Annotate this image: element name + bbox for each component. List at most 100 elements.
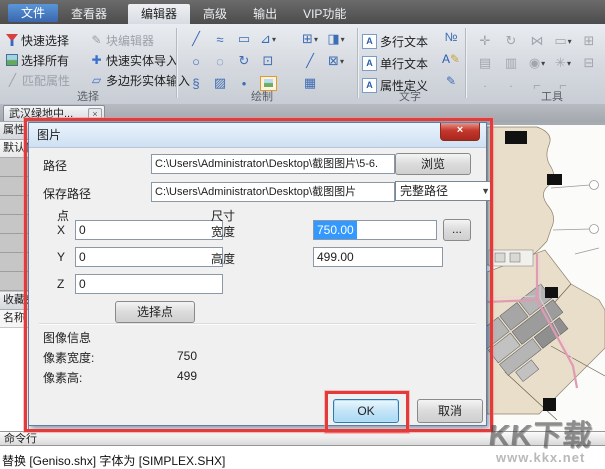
floor-plan-drawing (487, 122, 605, 431)
boundary-icon[interactable]: ⊠▾ (326, 52, 346, 70)
select-group-label: 选择 (48, 88, 128, 104)
picture-dialog: 图片 × 路径 C:\Users\Administrator\Desktop\截… (28, 122, 487, 426)
rotate-icon: ↻ (498, 30, 524, 52)
more-button[interactable]: ... (443, 219, 471, 241)
group-separator (176, 28, 178, 98)
app-window: 文件 查看器 编辑器 高级 输出 VIP功能 快速选择 ✎ 块编辑器 选择所有 … (0, 0, 605, 469)
dialog-close-button[interactable]: × (440, 123, 480, 141)
spline-tool-icon[interactable]: ≈ (210, 30, 230, 48)
filter-icon (6, 34, 18, 46)
cancel-button[interactable]: 取消 (417, 399, 483, 423)
save-path-field[interactable]: C:\Users\Administrator\Desktop\截图图片 (151, 182, 395, 202)
numbering-icon[interactable]: № (445, 30, 458, 52)
y-input[interactable]: 0 (75, 247, 223, 267)
z-input[interactable]: 0 (75, 274, 223, 294)
tab-advanced[interactable]: 高级 (190, 4, 240, 24)
open-folder-icon: ▤ (472, 52, 498, 74)
table-tool-icon[interactable]: ▦ (300, 74, 320, 92)
mirror-icon: ⋈ (524, 30, 550, 52)
ribbon: 快速选择 ✎ 块编辑器 选择所有 ✚ 快速实体导入 ╱ 匹配属性 ▱ 多边形实体… (0, 24, 605, 105)
polygon-icon: ▱ (90, 74, 103, 86)
favorites-header[interactable]: 收藏夹 (0, 292, 28, 310)
move-icon: ✛ (472, 30, 498, 52)
region-tool-icon[interactable]: ⊡ (258, 52, 278, 70)
text-group-extra: № A✎ ✎ (442, 30, 460, 96)
ok-button[interactable]: OK (333, 399, 399, 423)
layer-icon: ▭▾ (550, 30, 576, 52)
singleline-text-button[interactable]: A 单行文本 (362, 52, 428, 74)
polyline-tool-icon[interactable]: ⊿▾ (258, 30, 278, 48)
tools-group-label: 工具 (512, 88, 592, 104)
image-info-label: 图像信息 (43, 329, 91, 346)
text-group: A 多行文本 A 单行文本 A 属性定义 (362, 30, 428, 96)
browse-button[interactable]: 浏览 (395, 153, 471, 175)
height-input[interactable]: 499.00 (313, 247, 443, 267)
pick-point-button[interactable]: 选择点 (115, 301, 195, 323)
match-properties-button: ╱ 匹配属性 (6, 70, 88, 90)
dialog-title-bar[interactable]: 图片 × (29, 123, 486, 148)
donut-tool-icon[interactable]: ◌ (210, 52, 230, 70)
pixel-height-label: 像素高: (43, 369, 82, 386)
pixel-height-value: 499 (177, 369, 197, 383)
tab-output[interactable]: 输出 (240, 4, 290, 24)
block-insert-icon[interactable]: ⊞▾ (300, 30, 320, 48)
gradient-icon[interactable]: ╱ (300, 52, 320, 70)
default-value-header: 默认值 (0, 140, 28, 158)
revision-cloud-icon[interactable]: § (186, 74, 206, 92)
draw-group: ╱ ≈ ▭ ⊿▾ ○ ◌ ↻ ⊡ § ▨ • (186, 30, 282, 96)
copy-icon: ⊞ (576, 30, 602, 52)
path-field[interactable]: C:\Users\Administrator\Desktop\截图图片\5-6. (151, 154, 395, 174)
drawing-canvas[interactable] (487, 122, 605, 431)
arc-tool-icon[interactable]: ↻ (234, 52, 254, 70)
zoom-icon: ◉▾ (524, 52, 550, 74)
select-all-icon (6, 54, 18, 66)
spell-check-icon[interactable]: A✎ (442, 52, 460, 74)
properties-panel: 属性 默认值 收藏夹 名称 (0, 122, 29, 431)
tab-editor[interactable]: 编辑器 (128, 4, 190, 24)
line-tool-icon[interactable]: ╱ (186, 30, 206, 48)
ribbon-tab-bar: 文件 查看器 编辑器 高级 输出 VIP功能 (0, 0, 605, 24)
group-separator (357, 28, 359, 98)
name-column-header: 名称 (0, 310, 28, 328)
path-mode-dropdown[interactable]: 完整路径 ▼ (395, 181, 493, 201)
tab-file[interactable]: 文件 (8, 4, 58, 22)
x-input[interactable]: 0 (75, 220, 223, 240)
group-separator (465, 28, 467, 98)
document-tab-close-icon[interactable]: × (88, 108, 102, 121)
circle-tool-icon[interactable]: ○ (186, 52, 206, 70)
document-tab-bar: 武汉绿地中... × (0, 104, 605, 123)
tab-viewer[interactable]: 查看器 (58, 4, 120, 24)
properties-header[interactable]: 属性 (0, 122, 28, 140)
size-label: 尺寸 (211, 207, 235, 224)
rectangle-tool-icon[interactable]: ▭ (234, 30, 254, 48)
offset-icon: ∙ (472, 74, 498, 96)
singleline-text-icon: A (362, 56, 377, 71)
text-group-label: 文字 (370, 88, 450, 104)
properties-grid[interactable] (0, 158, 28, 292)
plus-icon: ✚ (90, 54, 103, 66)
y-label: Y (57, 250, 65, 264)
draw-group-label: 绘制 (222, 88, 302, 104)
select-all-button[interactable]: 选择所有 (6, 50, 88, 70)
pixel-width-value: 750 (177, 349, 197, 363)
explode-icon: ✳▾ (550, 52, 576, 74)
group-icon: ⊟ (576, 52, 602, 74)
document-tab[interactable]: 武汉绿地中... × (3, 105, 105, 121)
tools-group: ✛ ↻ ⋈ ▭▾ ⊞ ▤ ▥ ◉▾ ✳▾ ⊟ ∙ ∙ ⌐ ⌐ (472, 30, 602, 96)
save-path-label: 保存路径 (43, 185, 91, 202)
quick-select-button[interactable]: 快速选择 (6, 30, 88, 50)
pixel-width-label: 像素宽度: (43, 349, 94, 366)
watermark-logo: KK下载 (487, 412, 595, 454)
width-label: 宽度 (211, 223, 235, 240)
block-editor-icon: ✎ (90, 34, 103, 46)
tab-vip[interactable]: VIP功能 (290, 4, 359, 24)
point-label: 点 (57, 207, 69, 224)
dialog-title: 图片 (37, 128, 61, 142)
width-input[interactable]: 750.00 (313, 220, 437, 240)
select-group: 快速选择 ✎ 块编辑器 选择所有 ✚ 快速实体导入 ╱ 匹配属性 ▱ 多边形实体… (6, 30, 202, 90)
wipeout-icon[interactable]: ◨▾ (326, 30, 346, 48)
multiline-text-button[interactable]: A 多行文本 (362, 30, 428, 52)
chevron-down-icon: ▼ (481, 182, 490, 200)
height-label: 高度 (211, 250, 235, 267)
folder-icon: ▥ (498, 52, 524, 74)
